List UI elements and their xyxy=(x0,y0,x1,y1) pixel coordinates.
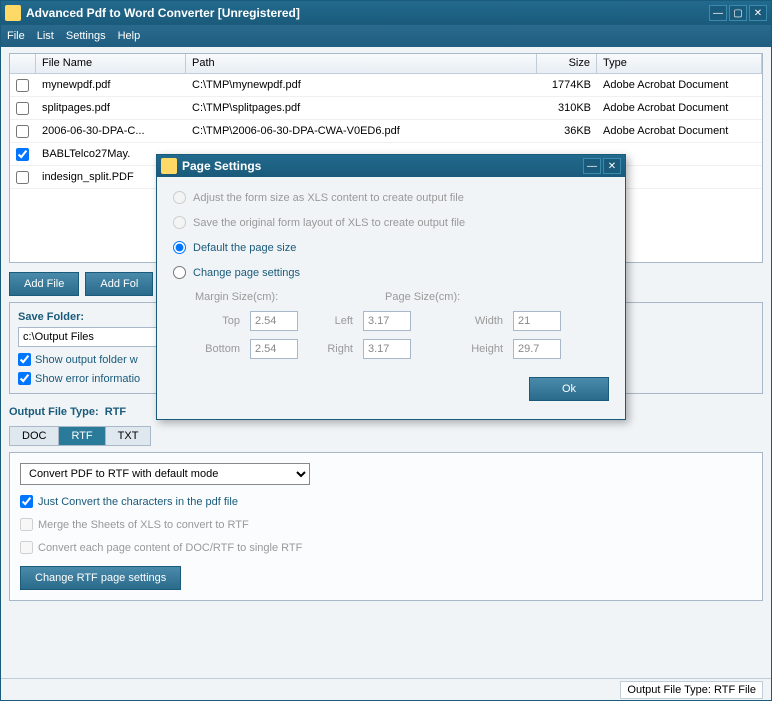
margin-size-label: Margin Size(cm): xyxy=(195,291,375,303)
radio-save-layout xyxy=(173,216,186,229)
menu-list[interactable]: List xyxy=(37,30,54,42)
table-row[interactable]: splitpages.pdf C:\TMP\splitpages.pdf 310… xyxy=(10,97,762,120)
dialog-close-icon[interactable]: ✕ xyxy=(603,158,621,174)
cell-name: 2006-06-30-DPA-C... xyxy=(36,123,186,139)
col-header-path[interactable]: Path xyxy=(186,54,537,73)
just-chars-label: Just Convert the characters in the pdf f… xyxy=(38,496,238,508)
convert-mode-dropdown[interactable]: Convert PDF to RTF with default mode xyxy=(20,463,310,485)
bottom-input[interactable] xyxy=(250,339,298,359)
table-row[interactable]: mynewpdf.pdf C:\TMP\mynewpdf.pdf 1774KB … xyxy=(10,74,762,97)
dialog-minimize-icon[interactable]: — xyxy=(583,158,601,174)
show-error-checkbox[interactable] xyxy=(18,372,31,385)
menu-settings[interactable]: Settings xyxy=(66,30,106,42)
tab-txt[interactable]: TXT xyxy=(105,426,152,446)
width-label: Width xyxy=(461,315,503,327)
right-input[interactable] xyxy=(363,339,411,359)
maximize-icon[interactable]: ▢ xyxy=(729,5,747,21)
menubar: File List Settings Help xyxy=(1,25,771,47)
radio-save-label: Save the original form layout of XLS to … xyxy=(193,217,465,229)
row-checkbox[interactable] xyxy=(16,171,29,184)
show-output-label: Show output folder w xyxy=(35,354,138,366)
radio-default-size[interactable] xyxy=(173,241,186,254)
window-title: Advanced Pdf to Word Converter [Unregist… xyxy=(26,6,709,20)
col-header-name[interactable]: File Name xyxy=(36,54,186,73)
rtf-panel: Convert PDF to RTF with default mode Jus… xyxy=(9,452,763,601)
menu-help[interactable]: Help xyxy=(118,30,141,42)
col-header-type[interactable]: Type xyxy=(597,54,762,73)
radio-adjust-form xyxy=(173,191,186,204)
cell-type: Adobe Acrobat Document xyxy=(597,100,762,116)
page-size-label: Page Size(cm): xyxy=(385,291,505,303)
add-folder-button[interactable]: Add Fol xyxy=(85,272,153,296)
radio-default-label: Default the page size xyxy=(193,242,296,254)
cell-path: C:\TMP\splitpages.pdf xyxy=(186,100,537,116)
merge-checkbox xyxy=(20,518,33,531)
top-input[interactable] xyxy=(250,311,298,331)
cell-path: C:\TMP\2006-06-30-DPA-CWA-V0ED6.pdf xyxy=(186,123,537,139)
close-icon[interactable]: ✕ xyxy=(749,5,767,21)
table-row[interactable]: 2006-06-30-DPA-C... C:\TMP\2006-06-30-DP… xyxy=(10,120,762,143)
titlebar: Advanced Pdf to Word Converter [Unregist… xyxy=(1,1,771,25)
cell-name: mynewpdf.pdf xyxy=(36,77,186,93)
dialog-title: Page Settings xyxy=(182,159,583,173)
width-input[interactable] xyxy=(513,311,561,331)
left-label: Left xyxy=(308,315,353,327)
cell-type: Adobe Acrobat Document xyxy=(597,77,762,93)
cell-size: 36KB xyxy=(537,123,597,139)
cell-size: 310KB xyxy=(537,100,597,116)
status-output-type: Output File Type: RTF File xyxy=(620,681,763,699)
radio-adjust-label: Adjust the form size as XLS content to c… xyxy=(193,192,464,204)
height-input[interactable] xyxy=(513,339,561,359)
menu-file[interactable]: File xyxy=(7,30,25,42)
output-type-label: Output File Type: xyxy=(9,406,99,418)
row-checkbox[interactable] xyxy=(16,102,29,115)
top-label: Top xyxy=(195,315,240,327)
app-icon xyxy=(5,5,21,21)
cell-type: Adobe Acrobat Document xyxy=(597,123,762,139)
show-output-checkbox[interactable] xyxy=(18,353,31,366)
minimize-icon[interactable]: — xyxy=(709,5,727,21)
bottom-label: Bottom xyxy=(195,343,240,355)
each-page-label: Convert each page content of DOC/RTF to … xyxy=(38,542,302,554)
right-label: Right xyxy=(308,343,353,355)
col-header-size[interactable]: Size xyxy=(537,54,597,73)
page-settings-dialog: Page Settings — ✕ Adjust the form size a… xyxy=(156,154,626,420)
cell-path: C:\TMP\mynewpdf.pdf xyxy=(186,77,537,93)
left-input[interactable] xyxy=(363,311,411,331)
radio-change-label: Change page settings xyxy=(193,267,300,279)
add-file-button[interactable]: Add File xyxy=(9,272,79,296)
output-type-value: RTF xyxy=(105,406,126,418)
merge-label: Merge the Sheets of XLS to convert to RT… xyxy=(38,519,249,531)
tab-rtf[interactable]: RTF xyxy=(58,426,105,446)
row-checkbox[interactable] xyxy=(16,148,29,161)
row-checkbox[interactable] xyxy=(16,125,29,138)
height-label: Height xyxy=(461,343,503,355)
dialog-icon xyxy=(161,158,177,174)
radio-change-settings[interactable] xyxy=(173,266,186,279)
just-chars-checkbox[interactable] xyxy=(20,495,33,508)
statusbar: Output File Type: RTF File xyxy=(1,678,771,700)
row-checkbox[interactable] xyxy=(16,79,29,92)
tab-doc[interactable]: DOC xyxy=(9,426,59,446)
each-page-checkbox xyxy=(20,541,33,554)
ok-button[interactable]: Ok xyxy=(529,377,609,401)
cell-size: 1774KB xyxy=(537,77,597,93)
cell-name: splitpages.pdf xyxy=(36,100,186,116)
change-rtf-button[interactable]: Change RTF page settings xyxy=(20,566,181,590)
show-error-label: Show error informatio xyxy=(35,373,140,385)
